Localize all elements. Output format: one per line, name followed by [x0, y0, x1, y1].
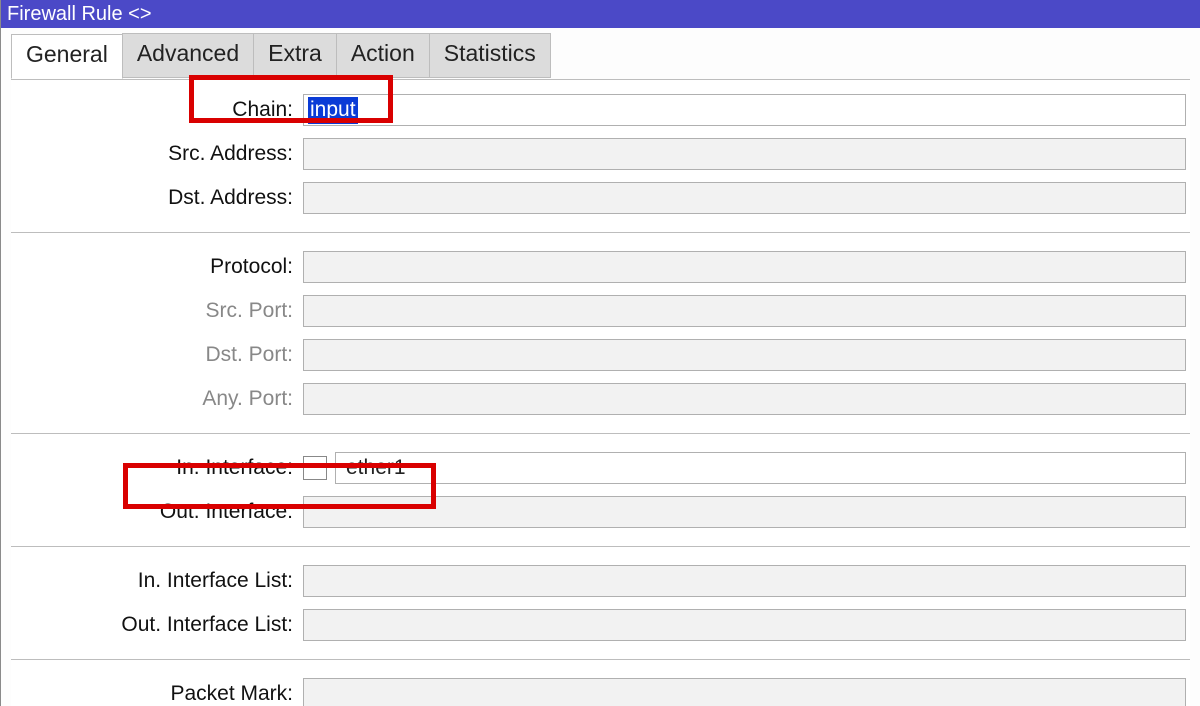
src-port-label: Src. Port: [15, 299, 295, 323]
src-address-label: Src. Address: [15, 142, 295, 166]
chain-input[interactable]: input [303, 94, 1186, 126]
src-port-input[interactable] [303, 295, 1186, 327]
section-divider-3 [11, 546, 1190, 547]
chain-label: Chain: [15, 98, 295, 122]
packet-mark-label: Packet Mark: [15, 682, 295, 706]
in-interface-list-label: In. Interface List: [15, 569, 295, 593]
dst-address-input[interactable] [303, 182, 1186, 214]
tab-statistics[interactable]: Statistics [429, 33, 551, 78]
in-interface-input[interactable]: ether1 [335, 452, 1186, 484]
out-interface-list-input[interactable] [303, 609, 1186, 641]
in-interface-negate-checkbox[interactable] [303, 456, 327, 480]
section-divider-2 [11, 433, 1190, 434]
in-interface-label: In. Interface: [15, 456, 295, 480]
firewall-rule-window: Firewall Rule <> General Advanced Extra … [0, 0, 1200, 706]
any-port-label: Any. Port: [15, 387, 295, 411]
protocol-input[interactable] [303, 251, 1186, 283]
dst-port-input[interactable] [303, 339, 1186, 371]
tab-action[interactable]: Action [336, 33, 430, 78]
dst-address-label: Dst. Address: [15, 186, 295, 210]
tab-general[interactable]: General [11, 34, 123, 79]
window-title: Firewall Rule <> [7, 0, 152, 28]
section-divider-4 [11, 659, 1190, 660]
in-interface-value: ether1 [342, 456, 406, 480]
tab-strip: General Advanced Extra Action Statistics [1, 28, 1200, 79]
section-divider-1 [11, 232, 1190, 233]
out-interface-input[interactable] [303, 496, 1186, 528]
any-port-input[interactable] [303, 383, 1186, 415]
general-panel: Chain: input Src. Address: Dst. Address: [11, 79, 1190, 706]
protocol-label: Protocol: [15, 255, 295, 279]
packet-mark-input[interactable] [303, 678, 1186, 706]
window-title-bar: Firewall Rule <> [1, 0, 1200, 28]
tab-extra[interactable]: Extra [253, 33, 337, 78]
in-interface-list-input[interactable] [303, 565, 1186, 597]
out-interface-label: Out. Interface: [15, 500, 295, 524]
tab-advanced[interactable]: Advanced [122, 33, 254, 78]
dst-port-label: Dst. Port: [15, 343, 295, 367]
chain-value-selected: input [308, 97, 358, 124]
src-address-input[interactable] [303, 138, 1186, 170]
out-interface-list-label: Out. Interface List: [15, 613, 295, 637]
